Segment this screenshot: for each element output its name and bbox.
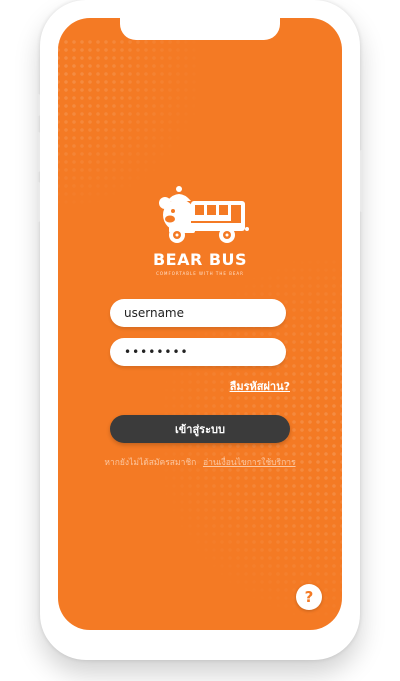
question-icon: ? [304, 588, 314, 606]
side-button-right [360, 150, 363, 212]
forgot-password-link[interactable]: ลืมรหัสผ่าน? [230, 377, 290, 395]
brand-tagline: COMFORTABLE WITH THE BEAR [156, 271, 244, 276]
password-input[interactable] [110, 338, 286, 366]
register-prompt: หากยังไม่ได้สมัครสมาชิก [104, 458, 197, 468]
app-screen: BEAR BUS COMFORTABLE WITH THE BEAR ลืมรห… [58, 18, 342, 630]
login-button[interactable]: เข้าสู่ระบบ [110, 415, 290, 443]
side-button-left-3 [37, 182, 40, 222]
terms-link[interactable]: อ่านเงื่อนไขการใช้บริการ [203, 458, 296, 468]
username-input[interactable] [110, 299, 286, 327]
brand-name: BEAR BUS [152, 250, 248, 269]
register-line: หากยังไม่ได้สมัครสมาชิก อ่านเงื่อนไขการใ… [58, 455, 342, 469]
help-button[interactable]: ? [296, 584, 322, 610]
phone-notch [120, 18, 280, 40]
side-button-left-2 [37, 132, 40, 172]
side-button-left-1 [37, 94, 40, 116]
